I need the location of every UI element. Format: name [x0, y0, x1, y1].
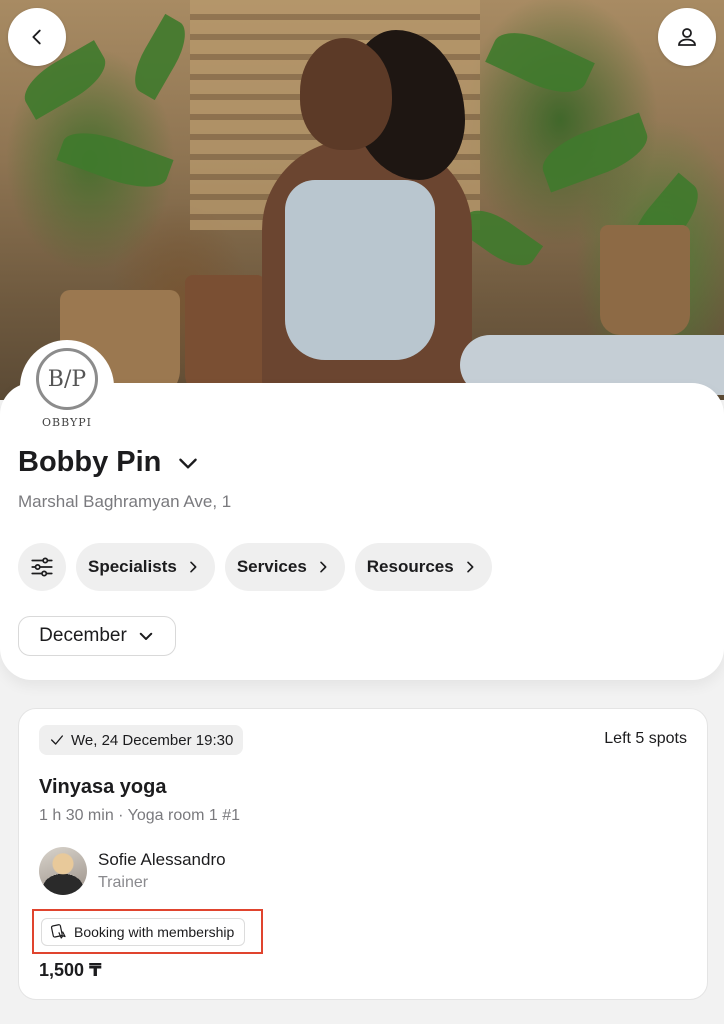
chevron-down-icon: [139, 632, 153, 640]
venue-selector[interactable]: Bobby Pin: [18, 446, 201, 479]
session-price: 1,500 ₸: [39, 960, 102, 980]
chip-resources[interactable]: Resources: [354, 543, 492, 591]
sliders-icon: [31, 557, 53, 577]
chip-specialists[interactable]: Specialists: [76, 543, 215, 591]
class-meta: 1 h 30 min · Yoga room 1 #1: [39, 807, 241, 824]
chevron-right-icon: [319, 561, 327, 573]
class-name: Vinyasa yoga: [39, 776, 167, 798]
venue-name: Bobby Pin: [18, 446, 162, 478]
filter-button[interactable]: [18, 543, 66, 591]
spots-left: Left 5 spots: [604, 730, 687, 747]
chevron-right-icon: [190, 561, 197, 573]
membership-highlight: Booking with membership: [32, 909, 263, 954]
venue-logo: B/P OBBYPI: [20, 340, 114, 434]
user-icon: [678, 28, 696, 46]
chevron-right-icon: [466, 561, 474, 573]
month-dropdown[interactable]: December: [18, 616, 176, 656]
membership-badge: Booking with membership: [41, 918, 246, 946]
venue-address: Marshal Baghramyan Ave, 1: [18, 492, 232, 511]
venue-page: B/P OBBYPI Bobby Pin Marshal Baghramyan …: [0, 0, 724, 1024]
trainer-role: Trainer: [98, 874, 149, 891]
chevron-left-icon: [32, 29, 41, 45]
back-button[interactable]: [8, 8, 66, 66]
filter-chips: Specialists Services Resources: [18, 543, 492, 591]
chip-services[interactable]: Services: [224, 543, 345, 591]
trainer: Sofie Alessandro Trainer: [39, 847, 226, 895]
avatar: [39, 847, 87, 895]
chevron-down-icon: [179, 458, 198, 469]
profile-button[interactable]: [658, 8, 716, 66]
trainer-name: Sofie Alessandro: [98, 850, 226, 869]
hero-photo: [0, 0, 724, 400]
check-icon: [51, 735, 63, 745]
session-date-badge: We, 24 December 19:30: [39, 725, 244, 755]
membership-card-icon: [50, 924, 66, 939]
session-card[interactable]: We, 24 December 19:30 Left 5 spots Vinya…: [18, 708, 708, 1000]
